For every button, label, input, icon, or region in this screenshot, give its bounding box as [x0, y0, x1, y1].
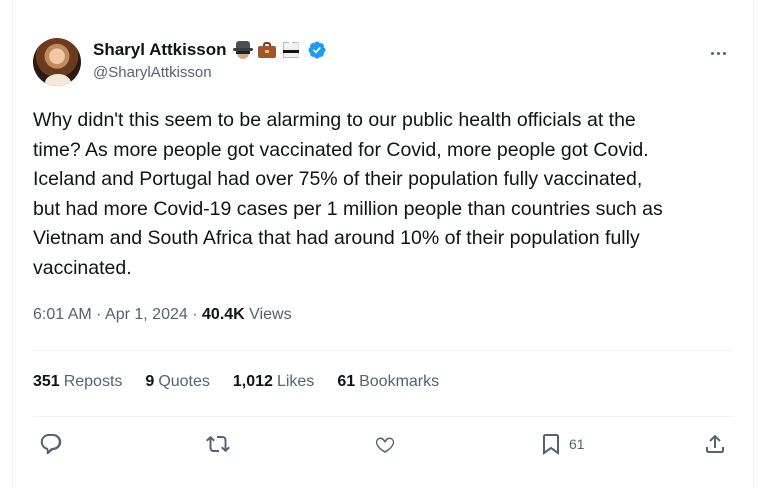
tweet-time[interactable]: 6:01 AM	[33, 306, 92, 323]
heart-icon	[375, 437, 395, 453]
quotes-stat[interactable]: 9 Quotes	[145, 373, 210, 391]
bookmark-action-count: 61	[569, 436, 585, 452]
more-dot-icon	[710, 51, 714, 55]
reposts-count: 351	[33, 373, 60, 390]
bookmarks-label: Bookmarks	[359, 373, 440, 390]
views-count: 40.4K	[202, 306, 245, 323]
more-options-button[interactable]	[703, 38, 733, 68]
share-icon	[706, 434, 724, 453]
views-label: Views	[249, 306, 292, 323]
tweet-card: Sharyl Attkisson @SharylAttkisson Why di…	[12, 0, 754, 488]
bookmarks-stat[interactable]: 61 Bookmarks	[337, 373, 439, 391]
spy-emoji-icon	[232, 40, 253, 60]
author-name-row: Sharyl Attkisson	[93, 40, 327, 60]
briefcase-emoji-icon	[257, 40, 277, 60]
reply-button[interactable]	[39, 432, 63, 456]
likes-label: Likes	[276, 373, 315, 390]
bookmarks-count: 61	[337, 373, 356, 390]
divider	[33, 350, 733, 351]
action-bar: 61	[33, 432, 733, 460]
tweet-date[interactable]: Apr 1, 2024	[105, 306, 188, 323]
engagement-stats: 351 Reposts 9 Quotes 1,012 Likes 61 Bookmark…	[33, 373, 462, 391]
tweet-meta: 6:01 AM · Apr 1, 2024 · 40.4K Views	[33, 306, 292, 324]
quotes-count: 9	[145, 373, 155, 390]
author-display-name[interactable]: Sharyl Attkisson	[93, 40, 227, 60]
share-button[interactable]	[703, 432, 727, 456]
meta-separator: ·	[96, 306, 102, 323]
verified-badge-icon[interactable]	[307, 40, 327, 60]
quotes-label: Quotes	[158, 373, 210, 390]
author-avatar[interactable]	[33, 38, 81, 86]
more-dot-icon	[722, 51, 726, 55]
martial-arts-uniform-emoji-icon	[281, 40, 301, 60]
tweet-header: Sharyl Attkisson @SharylAttkisson	[33, 38, 733, 88]
author-handle[interactable]: @SharylAttkisson	[93, 64, 212, 81]
more-dot-icon	[716, 51, 720, 55]
bookmark-icon	[543, 434, 559, 455]
reposts-stat[interactable]: 351 Reposts	[33, 373, 122, 391]
repost-icon	[206, 435, 230, 453]
tweet-text: Why didn't this seem to be alarming to o…	[33, 109, 663, 279]
meta-separator: ·	[192, 306, 198, 323]
repost-button[interactable]	[206, 432, 230, 456]
reply-icon	[40, 434, 62, 455]
divider	[33, 416, 733, 417]
likes-stat[interactable]: 1,012 Likes	[233, 373, 314, 391]
reposts-label: Reposts	[63, 373, 123, 390]
likes-count: 1,012	[232, 373, 273, 390]
bookmark-button[interactable]: 61	[539, 432, 585, 456]
like-button[interactable]	[373, 432, 397, 456]
